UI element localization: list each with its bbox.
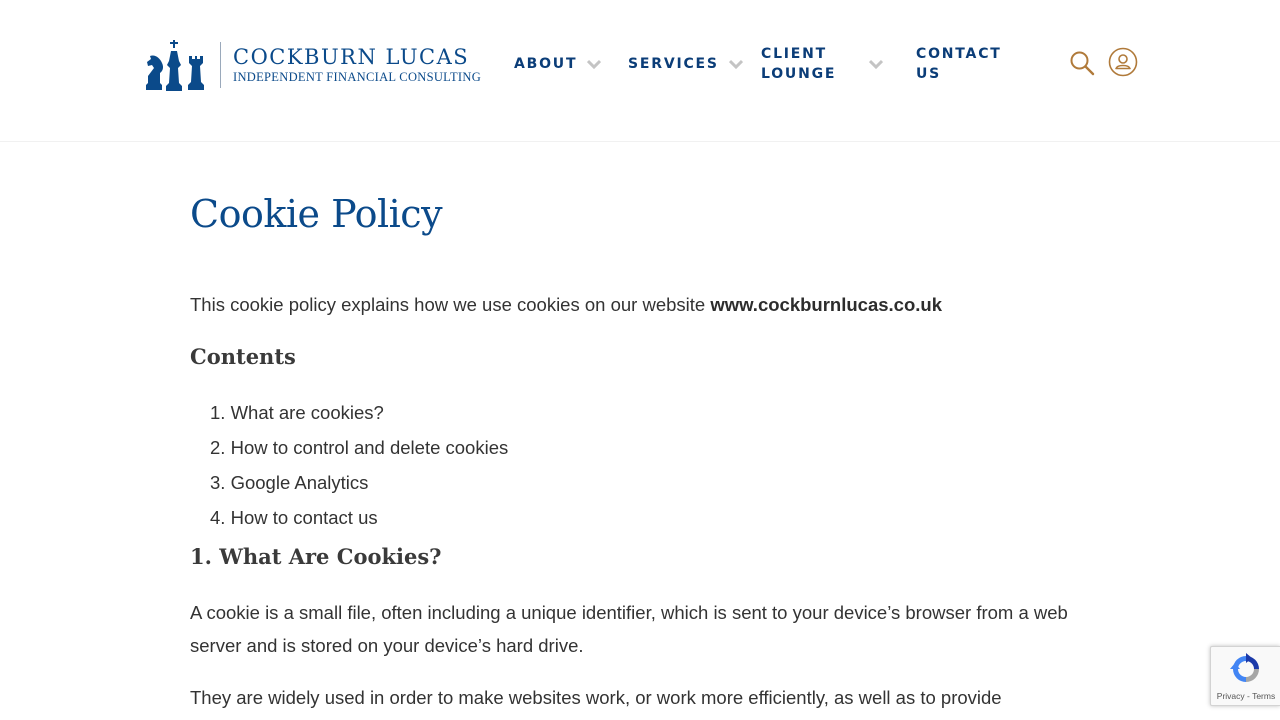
account-button[interactable] <box>1108 47 1138 77</box>
chevron-down-icon <box>728 59 743 69</box>
nav-item-client-lounge[interactable]: CLIENT LOUNGE <box>761 44 886 84</box>
nav-item-services[interactable]: SERVICES <box>628 54 743 74</box>
nav-item-about[interactable]: ABOUT <box>514 54 602 74</box>
toc-number: 1. <box>210 402 226 423</box>
brand-name: COCKBURN LUCAS <box>233 45 470 69</box>
brand-tagline: INDEPENDENT FINANCIAL CONSULTING <box>233 70 482 84</box>
nav-item-contact-us[interactable]: CONTACT US <box>916 44 1006 84</box>
toc-link-google-analytics[interactable]: Google Analytics <box>231 472 369 493</box>
toc-number: 3. <box>210 472 226 493</box>
chevron-down-icon <box>587 59 602 69</box>
contents-heading: Contents <box>190 344 296 369</box>
chevron-down-icon <box>869 59 883 69</box>
toc-item: 2. How to control and delete cookies <box>210 430 508 465</box>
page-title: Cookie Policy <box>190 192 443 236</box>
intro-paragraph: This cookie policy explains how we use c… <box>190 294 942 316</box>
toc-item: 4. How to contact us <box>210 500 508 535</box>
search-button[interactable] <box>1069 50 1095 76</box>
site-header: COCKBURN LUCAS INDEPENDENT FINANCIAL CON… <box>0 0 1280 142</box>
section-paragraph: A cookie is a small file, often includin… <box>190 602 1068 656</box>
toc-item: 1. What are cookies? <box>210 395 508 430</box>
nav-label-services: SERVICES <box>628 56 719 72</box>
section-paragraph: They are widely used in order to make we… <box>190 687 1002 708</box>
recaptcha-links[interactable]: Privacy - Terms <box>1211 691 1280 701</box>
toc-item: 3. Google Analytics <box>210 465 508 500</box>
toc-link-what-are-cookies[interactable]: What are cookies? <box>231 402 384 423</box>
website-link: www.cockburnlucas.co.uk <box>710 294 942 315</box>
logo-divider <box>220 42 221 88</box>
recaptcha-badge[interactable]: Privacy - Terms <box>1210 646 1280 706</box>
intro-text: This cookie policy explains how we use c… <box>190 294 711 315</box>
logo-text: COCKBURN LUCAS INDEPENDENT FINANCIAL CON… <box>233 46 481 84</box>
chess-pieces-logo-icon <box>146 40 204 91</box>
toc-link-contact-us[interactable]: How to contact us <box>231 507 378 528</box>
toc-number: 2. <box>210 437 226 458</box>
nav-label-contact-us: CONTACT US <box>916 46 1002 82</box>
nav-label-client-lounge: CLIENT LOUNGE <box>761 46 837 82</box>
search-icon <box>1070 51 1095 76</box>
table-of-contents: 1. What are cookies? 2. How to control a… <box>210 395 508 535</box>
section-heading-what-are-cookies: 1. What Are Cookies? <box>190 544 442 569</box>
nav-label-about: ABOUT <box>514 56 578 72</box>
user-icon <box>1108 47 1138 77</box>
toc-link-control-delete-cookies[interactable]: How to control and delete cookies <box>231 437 509 458</box>
recaptcha-icon <box>1230 653 1259 682</box>
toc-number: 4. <box>210 507 226 528</box>
logo-link[interactable]: COCKBURN LUCAS INDEPENDENT FINANCIAL CON… <box>144 37 481 93</box>
